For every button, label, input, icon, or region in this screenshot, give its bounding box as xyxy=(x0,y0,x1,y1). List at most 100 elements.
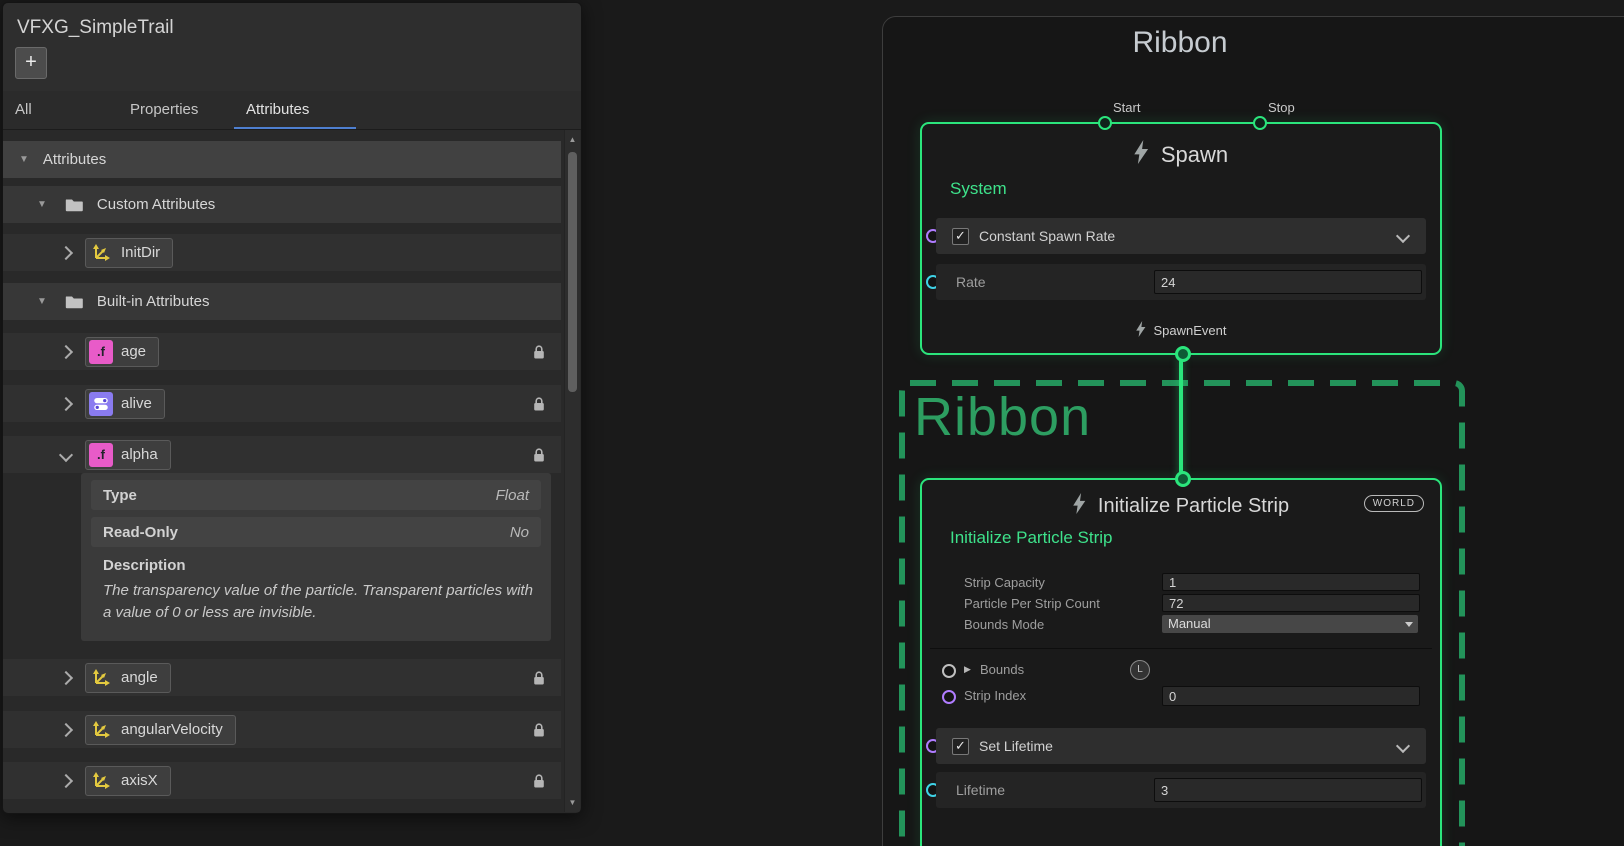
type-label: Type xyxy=(103,487,137,504)
expander-icon[interactable]: ▶ xyxy=(964,664,971,675)
set-lifetime-checkbox[interactable]: ✓ xyxy=(952,738,969,755)
axis-type-icon xyxy=(89,718,113,742)
foldout-open-icon[interactable]: ▼ xyxy=(37,296,47,307)
asset-title: VFXG_SimpleTrail xyxy=(17,17,174,39)
scroll-down-icon[interactable]: ▼ xyxy=(565,798,580,807)
collapse-chevron-icon[interactable] xyxy=(59,447,73,461)
tab-properties[interactable]: Properties xyxy=(130,91,198,129)
attribute-chip[interactable]: .f age xyxy=(85,337,159,367)
strip-index-input[interactable] xyxy=(1162,686,1420,706)
expand-chevron-icon[interactable] xyxy=(59,773,73,787)
expand-chevron-icon[interactable] xyxy=(59,396,73,410)
attribute-chip[interactable]: axisX xyxy=(85,766,171,796)
tree-row-alive[interactable]: alive xyxy=(3,385,561,422)
expand-chevron-icon[interactable] xyxy=(59,344,73,358)
scrollbar-thumb[interactable] xyxy=(568,152,577,392)
divider xyxy=(930,648,1432,649)
bounds-port[interactable] xyxy=(942,664,956,678)
attribute-chip[interactable]: .f alpha xyxy=(85,440,171,470)
float-type-icon: .f xyxy=(89,340,113,364)
start-flow-port[interactable] xyxy=(1098,116,1112,130)
attribute-name: alpha xyxy=(121,446,158,463)
initialize-context-label: Initialize Particle Strip xyxy=(950,528,1113,548)
tab-attributes[interactable]: Attributes xyxy=(246,91,309,129)
constant-spawn-rate-label: Constant Spawn Rate xyxy=(979,228,1115,244)
strip-index-port[interactable] xyxy=(942,690,956,704)
bounds-mode-label: Bounds Mode xyxy=(964,617,1044,632)
description-text: The transparency value of the particle. … xyxy=(103,580,535,624)
tab-all[interactable]: All xyxy=(15,91,32,129)
rate-row: Rate xyxy=(936,264,1426,300)
strip-index-label: Strip Index xyxy=(964,688,1026,703)
lifetime-input[interactable] xyxy=(1154,778,1422,802)
foldout-open-icon[interactable]: ▼ xyxy=(19,154,29,165)
scroll-up-icon[interactable]: ▲ xyxy=(565,135,580,144)
add-button[interactable]: + xyxy=(15,47,47,79)
attribute-chip[interactable]: alive xyxy=(85,389,165,419)
attribute-chip[interactable]: angle xyxy=(85,663,171,693)
lock-icon xyxy=(533,773,545,794)
spawn-node[interactable]: Start Stop Spawn System ✓ Constant Spawn… xyxy=(920,122,1442,355)
scrollbar[interactable]: ▲ ▼ xyxy=(564,130,580,812)
lock-icon xyxy=(533,344,545,365)
tree-row-attributes-root[interactable]: ▼ Attributes xyxy=(3,141,561,178)
particle-per-strip-row: Particle Per Strip Count xyxy=(936,593,1426,614)
tree-row-alpha[interactable]: .f alpha xyxy=(3,436,561,473)
initialize-particle-strip-node[interactable]: Initialize Particle Strip WORLD Initiali… xyxy=(920,478,1442,846)
set-lifetime-block[interactable]: ✓ Set Lifetime xyxy=(936,728,1426,764)
blackboard-header: VFXG_SimpleTrail + xyxy=(3,3,581,92)
folder-icon xyxy=(65,198,83,212)
tree-row-angular-velocity[interactable]: angularVelocity xyxy=(3,711,561,748)
expand-chevron-icon[interactable] xyxy=(59,670,73,684)
bounds-row: ▶ Bounds L xyxy=(936,660,1426,682)
initialize-input-port[interactable] xyxy=(1175,471,1191,487)
tree-row-angle[interactable]: angle xyxy=(3,659,561,696)
stop-flow-port[interactable] xyxy=(1253,116,1267,130)
expand-chevron-icon[interactable] xyxy=(59,722,73,736)
lock-icon xyxy=(533,670,545,691)
chevron-down-icon[interactable] xyxy=(1396,739,1410,753)
description-label: Description xyxy=(103,557,529,574)
tree-row-custom-attributes[interactable]: ▼ Custom Attributes xyxy=(3,186,561,223)
attribute-chip[interactable]: angularVelocity xyxy=(85,715,236,745)
strip-capacity-input[interactable] xyxy=(1162,573,1420,591)
system-name-label[interactable]: Ribbon xyxy=(914,386,1091,448)
rate-input[interactable] xyxy=(1154,270,1422,294)
tree-row-builtin-attributes[interactable]: ▼ Built-in Attributes xyxy=(3,283,561,320)
spawn-node-title: Spawn xyxy=(1161,142,1228,168)
attribute-name: InitDir xyxy=(121,244,160,261)
particle-per-strip-input[interactable] xyxy=(1162,594,1420,612)
spawn-output-port[interactable] xyxy=(1175,346,1191,362)
bounds-mode-dropdown[interactable]: Manual xyxy=(1162,615,1418,633)
constant-spawn-rate-block[interactable]: ✓ Constant Spawn Rate xyxy=(936,218,1426,254)
constant-spawn-rate-checkbox[interactable]: ✓ xyxy=(952,228,969,245)
folder-icon xyxy=(65,295,83,309)
particle-per-strip-label: Particle Per Strip Count xyxy=(964,596,1100,611)
attribute-chip[interactable]: InitDir xyxy=(85,238,173,268)
attribute-name: alive xyxy=(121,395,152,412)
tree-row-axisx[interactable]: axisX xyxy=(3,762,561,799)
chevron-down-icon[interactable] xyxy=(1396,229,1410,243)
alpha-details-panel: Type Float Read-Only No Description The … xyxy=(81,473,551,641)
flow-edge[interactable] xyxy=(1179,358,1183,484)
expand-chevron-icon[interactable] xyxy=(59,245,73,259)
bounds-mode-row: Bounds Mode Manual xyxy=(936,614,1426,635)
stop-port-label: Stop xyxy=(1268,100,1295,115)
tree-row-age[interactable]: .f age xyxy=(3,333,561,370)
tab-bar: All Properties Attributes xyxy=(3,91,581,130)
tree-row-initdir[interactable]: InitDir xyxy=(3,234,561,271)
axis-type-icon xyxy=(89,666,113,690)
set-lifetime-label: Set Lifetime xyxy=(979,738,1053,754)
type-row: Type Float xyxy=(91,480,541,510)
strip-capacity-label: Strip Capacity xyxy=(964,575,1045,590)
world-space-badge[interactable]: WORLD xyxy=(1364,495,1424,512)
local-space-badge[interactable]: L xyxy=(1130,660,1150,680)
custom-folder-label: Custom Attributes xyxy=(97,196,215,213)
readonly-label: Read-Only xyxy=(103,524,178,541)
attributes-tree: ▼ Attributes ▼ Custom Attributes InitDir xyxy=(3,129,565,813)
lifetime-label: Lifetime xyxy=(956,782,1005,798)
builtin-folder-label: Built-in Attributes xyxy=(97,293,210,310)
graph-title: Ribbon xyxy=(1060,26,1300,60)
spawn-event-label: SpawnEvent xyxy=(1154,323,1227,338)
foldout-open-icon[interactable]: ▼ xyxy=(37,199,47,210)
